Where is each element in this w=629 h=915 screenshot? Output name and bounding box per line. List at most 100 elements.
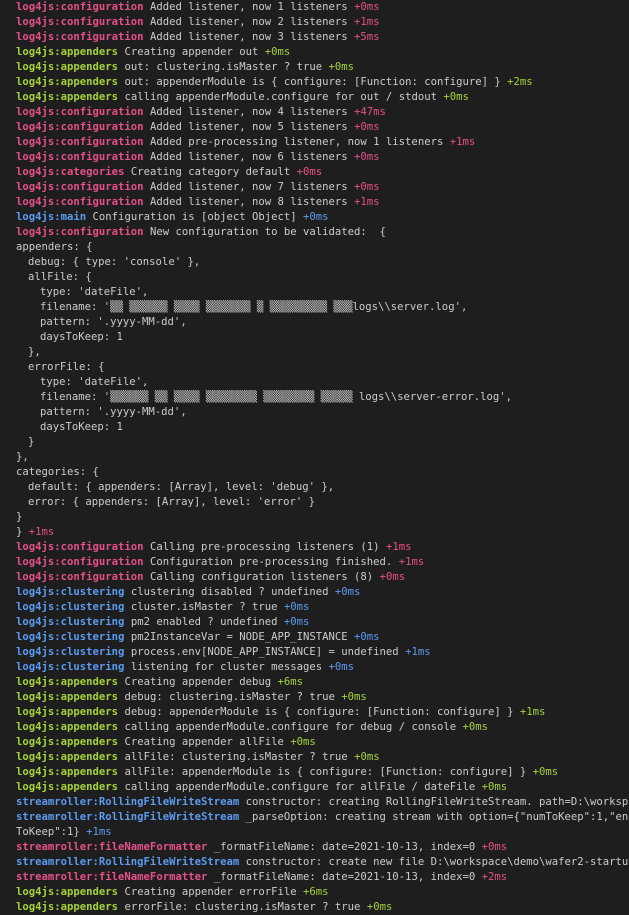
log-time-delta: +0ms bbox=[303, 211, 329, 223]
log-message: calling appenderModule.configure for all… bbox=[118, 781, 482, 793]
log-time-delta: +0ms bbox=[354, 151, 380, 163]
log-time-delta: +2ms bbox=[507, 76, 533, 88]
log-time-delta: +1ms bbox=[28, 526, 55, 538]
log-line: daysToKeep: 1 bbox=[0, 330, 629, 345]
log-message: pm2InstanceVar = NODE_APP_INSTANCE bbox=[124, 631, 355, 643]
log-line: }, bbox=[0, 450, 629, 465]
log-namespace: log4js:appenders bbox=[16, 76, 119, 88]
log-namespace: log4js:clustering bbox=[16, 601, 125, 613]
log-time-delta: +0ms bbox=[283, 616, 310, 628]
log-line: log4js:configuration Added listener, now… bbox=[0, 105, 629, 120]
log-namespace: log4js:configuration bbox=[16, 106, 144, 118]
log-line: log4js:clustering listening for cluster … bbox=[0, 660, 629, 675]
log-namespace: log4js:configuration bbox=[16, 541, 144, 553]
log-line: } bbox=[0, 435, 629, 450]
log-namespace: streamroller:RollingFileWriteStream bbox=[16, 811, 240, 823]
log-time-delta: +0ms bbox=[481, 781, 508, 793]
log-time-delta: +1ms bbox=[86, 826, 112, 838]
log-text: pattern: '.yyyy-MM-dd', bbox=[40, 316, 187, 328]
log-message: process.env[NODE_APP_INSTANCE] = undefin… bbox=[124, 646, 406, 658]
log-line: log4js:configuration New configuration t… bbox=[0, 225, 629, 240]
log-time-delta: +0ms bbox=[328, 661, 355, 673]
log-message: Configuration is [object Object] bbox=[86, 211, 304, 223]
log-text: type: 'dateFile', bbox=[40, 286, 149, 298]
log-line: default: { appenders: [Array], level: 'd… bbox=[0, 480, 629, 495]
log-message: Calling pre-processing listeners (1) bbox=[143, 541, 386, 553]
log-time-delta: +0ms bbox=[354, 631, 380, 643]
log-time-delta: +1ms bbox=[385, 541, 412, 553]
log-line: log4js:clustering pm2 enabled ? undefine… bbox=[0, 615, 629, 630]
log-time-delta: +5ms bbox=[354, 31, 380, 43]
log-text: type: 'dateFile', bbox=[40, 376, 149, 388]
log-message: clustering disabled ? undefined bbox=[124, 586, 335, 598]
log-message: _formatFileName: date=2021-10-13, index=… bbox=[207, 841, 482, 853]
log-line: log4js:main Configuration is [object Obj… bbox=[0, 210, 629, 225]
log-time-delta: +0ms bbox=[354, 1, 380, 13]
log-namespace: streamroller:RollingFileWriteStream bbox=[16, 796, 240, 808]
log-line: streamroller:RollingFileWriteStream _par… bbox=[0, 810, 629, 825]
log-namespace: log4js:appenders bbox=[16, 901, 119, 913]
log-time-delta: +0ms bbox=[462, 721, 488, 733]
log-time-delta: +1ms bbox=[405, 646, 431, 658]
log-message: Added listener, now 3 listeners bbox=[143, 31, 355, 43]
log-message: out: clustering.isMaster ? true bbox=[118, 61, 329, 73]
log-time-delta: +0ms bbox=[334, 586, 361, 598]
log-namespace: log4js:configuration bbox=[16, 226, 144, 238]
log-message: Added listener, now 5 listeners bbox=[143, 121, 355, 133]
log-line: pattern: '.yyyy-MM-dd', bbox=[0, 405, 629, 420]
log-namespace: log4js:configuration bbox=[16, 181, 144, 193]
log-text: errorFile: { bbox=[28, 361, 105, 373]
log-line: pattern: '.yyyy-MM-dd', bbox=[0, 315, 629, 330]
log-message: errorFile: clustering.isMaster ? true bbox=[118, 901, 367, 913]
log-namespace: log4js:categories bbox=[16, 166, 125, 178]
log-line: log4js:appenders debug: appenderModule i… bbox=[0, 705, 629, 720]
log-message: Creating appender allFile bbox=[118, 736, 291, 748]
log-namespace: log4js:appenders bbox=[16, 691, 119, 703]
log-time-delta: +0ms bbox=[379, 571, 406, 583]
log-text: ToKeep":1} bbox=[16, 826, 87, 838]
log-namespace: log4js:clustering bbox=[16, 631, 125, 643]
log-line: log4js:appenders Creating appender allFi… bbox=[0, 735, 629, 750]
log-line: allFile: { bbox=[0, 270, 629, 285]
log-text: filename: '▒▒ ▒▒▒▒▒▒ ▒▒▒▒ ▒▒▒▒▒▒▒ ▒ ▒▒▒▒… bbox=[40, 301, 468, 313]
log-message: Added listener, now 1 listeners bbox=[143, 1, 355, 13]
log-line: log4js:appenders out: appenderModule is … bbox=[0, 75, 629, 90]
log-line: log4js:clustering clustering disabled ? … bbox=[0, 585, 629, 600]
terminal-output[interactable]: log4js:configuration Added listener, now… bbox=[0, 0, 629, 915]
log-message: Creating appender errorFile bbox=[118, 886, 304, 898]
log-namespace: log4js:clustering bbox=[16, 616, 125, 628]
log-message: allFile: appenderModule is { configure: … bbox=[118, 766, 533, 778]
log-message: constructor: creating RollingFileWriteSt… bbox=[239, 796, 629, 808]
log-message: Calling configuration listeners (8) bbox=[143, 571, 380, 583]
log-namespace: log4js:clustering bbox=[16, 586, 125, 598]
log-text: }, bbox=[28, 346, 41, 358]
log-text: error: { appenders: [Array], level: 'err… bbox=[28, 496, 316, 508]
log-message: Added pre-processing listener, now 1 lis… bbox=[143, 136, 450, 148]
log-time-delta: +1ms bbox=[354, 196, 380, 208]
log-message: Creating category default bbox=[124, 166, 297, 178]
log-time-delta: +0ms bbox=[341, 691, 367, 703]
log-time-delta: +0ms bbox=[443, 91, 469, 103]
log-namespace: log4js:appenders bbox=[16, 736, 119, 748]
log-namespace: log4js:appenders bbox=[16, 721, 119, 733]
log-line: streamroller:fileNameFormatter _formatFi… bbox=[0, 840, 629, 855]
log-namespace: log4js:configuration bbox=[16, 196, 144, 208]
log-line: log4js:appenders out: clustering.isMaste… bbox=[0, 60, 629, 75]
log-time-delta: +0ms bbox=[366, 901, 393, 913]
log-message: debug: clustering.isMaster ? true bbox=[118, 691, 342, 703]
log-message: Creating appender debug bbox=[118, 676, 278, 688]
log-line: log4js:configuration Added listener, now… bbox=[0, 120, 629, 135]
log-time-delta: +0ms bbox=[532, 766, 559, 778]
log-namespace: log4js:appenders bbox=[16, 676, 119, 688]
log-line: debug: { type: 'console' }, bbox=[0, 255, 629, 270]
log-message: _formatFileName: date=2021-10-13, index=… bbox=[207, 871, 482, 883]
log-namespace: streamroller:fileNameFormatter bbox=[16, 871, 208, 883]
log-line: log4js:configuration Added listener, now… bbox=[0, 180, 629, 195]
log-line: log4js:configuration Calling configurati… bbox=[0, 570, 629, 585]
log-namespace: log4js:appenders bbox=[16, 886, 119, 898]
log-time-delta: +6ms bbox=[303, 886, 329, 898]
log-line: log4js:appenders calling appenderModule.… bbox=[0, 720, 629, 735]
log-message: out: appenderModule is { configure: [Fun… bbox=[118, 76, 508, 88]
log-time-delta: +0ms bbox=[328, 61, 355, 73]
log-message: Added listener, now 2 listeners bbox=[143, 16, 355, 28]
